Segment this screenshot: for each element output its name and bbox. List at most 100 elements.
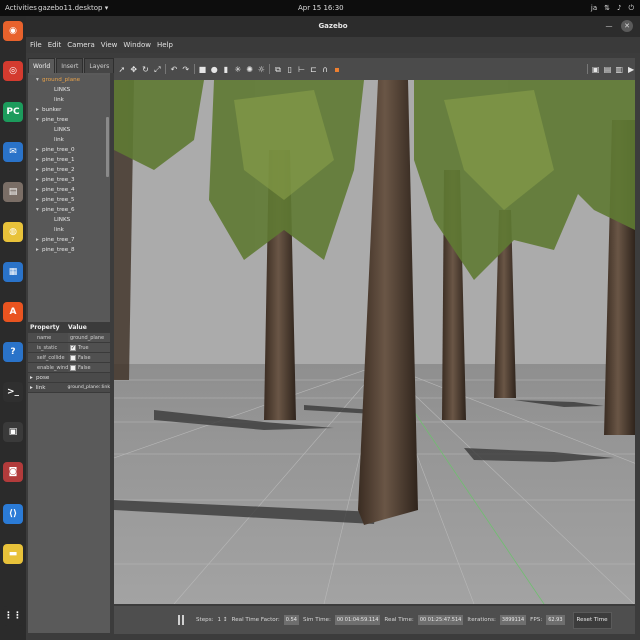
- close-icon[interactable]: ✕: [621, 20, 633, 32]
- tree-item[interactable]: ▸ bunker: [28, 105, 110, 115]
- select-arrow-icon[interactable]: ➚: [118, 65, 126, 74]
- tree-item[interactable]: link: [28, 135, 110, 145]
- steps-stepper[interactable]: 1 ↕: [218, 617, 228, 623]
- spot-light-icon[interactable]: ✺: [246, 65, 254, 74]
- link-section[interactable]: ▸ link ground_plane::link: [28, 383, 110, 393]
- tab-world[interactable]: World: [28, 58, 56, 73]
- copy-icon[interactable]: ⧉: [274, 65, 282, 74]
- tree-item[interactable]: ▸ pine_tree_4: [28, 185, 110, 195]
- box-icon[interactable]: ■: [199, 65, 207, 74]
- chrome-icon[interactable]: ◎: [3, 61, 23, 81]
- firefox-icon[interactable]: ◉: [3, 21, 23, 41]
- tree-item[interactable]: LINKS: [28, 215, 110, 225]
- activities-button[interactable]: Activities: [5, 4, 37, 12]
- property-value[interactable]: ✓ True: [68, 343, 110, 353]
- menu-view[interactable]: View: [101, 41, 118, 49]
- tree-item[interactable]: LINKS: [28, 125, 110, 135]
- reset-time-button[interactable]: Reset Time: [572, 611, 612, 629]
- pycharm-icon[interactable]: PC: [3, 102, 23, 122]
- translate-icon[interactable]: ✥: [130, 65, 138, 74]
- property-value: ground_plane: [68, 333, 110, 343]
- tree-item[interactable]: ▸ pine_tree_5: [28, 195, 110, 205]
- rhythmbox-icon[interactable]: ◍: [3, 222, 23, 242]
- menu-help[interactable]: Help: [157, 41, 173, 49]
- tree-scrollbar[interactable]: [106, 117, 109, 177]
- tree-item-label: pine_tree_2: [42, 167, 75, 173]
- pose-label: pose: [36, 375, 50, 381]
- scale-icon[interactable]: ⤢: [153, 65, 161, 74]
- redo-icon[interactable]: ↷: [182, 65, 190, 74]
- orange-view-icon[interactable]: ▪: [333, 65, 341, 74]
- writer-icon[interactable]: ▦: [3, 262, 23, 282]
- checked-checkbox[interactable]: ✓: [70, 344, 76, 351]
- snap-icon[interactable]: ⊏: [310, 65, 318, 74]
- property-value[interactable]: False: [68, 353, 110, 363]
- point-light-icon[interactable]: ✳: [234, 65, 242, 74]
- tree-item-label: pine_tree_7: [42, 237, 75, 243]
- video-icon[interactable]: ▶: [627, 65, 635, 74]
- apps-grid-icon[interactable]: ⋮⋮: [3, 606, 23, 626]
- magnet-icon[interactable]: ∩: [321, 65, 329, 74]
- paste-icon[interactable]: ▯: [286, 65, 294, 74]
- tree-item[interactable]: link: [28, 225, 110, 235]
- property-value-text: False: [78, 364, 91, 371]
- tree-item[interactable]: ▸ pine_tree_1: [28, 155, 110, 165]
- desktop: Activities gazebo11.desktop ▾ Apr 15 16:…: [0, 0, 640, 640]
- tree-item[interactable]: ▸ pine_tree_3: [28, 175, 110, 185]
- rotate-icon[interactable]: ↻: [142, 65, 150, 74]
- menu-file[interactable]: File: [30, 41, 42, 49]
- directional-light-icon[interactable]: ☼: [257, 65, 265, 74]
- cylinder-icon[interactable]: ▮: [222, 65, 230, 74]
- tab-insert[interactable]: Insert: [56, 58, 84, 73]
- tree-item[interactable]: ▾ ground_plane: [28, 75, 110, 85]
- volume-icon: ♪: [616, 3, 622, 12]
- cheese-icon[interactable]: ◙: [3, 462, 23, 482]
- screenshot-icon[interactable]: ▣: [592, 65, 600, 74]
- tree-item[interactable]: ▸ pine_tree_8: [28, 245, 110, 255]
- terminal-icon[interactable]: >_: [3, 382, 23, 402]
- tree-item[interactable]: LINKS: [28, 85, 110, 95]
- toolbar-separator: [586, 64, 588, 74]
- fps-value: 62.93: [546, 615, 565, 625]
- app-menu[interactable]: gazebo11.desktop ▾: [38, 4, 108, 12]
- property-value[interactable]: False: [68, 363, 110, 373]
- system-tray[interactable]: ja ⇅ ♪ ⏻: [591, 4, 634, 13]
- unchecked-checkbox[interactable]: [70, 364, 76, 371]
- plot-icon[interactable]: ▥: [615, 65, 623, 74]
- pose-section[interactable]: ▸ pose: [28, 373, 110, 383]
- tree-item[interactable]: ▾ pine_tree: [28, 115, 110, 125]
- sphere-icon[interactable]: ●: [210, 65, 218, 74]
- tree-item[interactable]: link: [28, 95, 110, 105]
- top-bar: Activities gazebo11.desktop ▾ Apr 15 16:…: [0, 0, 640, 16]
- tree-item-label: link: [54, 137, 64, 143]
- align-icon[interactable]: ⊢: [298, 65, 306, 74]
- menu-window[interactable]: Window: [123, 41, 151, 49]
- tree-item-label: pine_tree_3: [42, 177, 75, 183]
- property-col-header: Property: [30, 324, 60, 331]
- tree-item[interactable]: ▸ pine_tree_7: [28, 235, 110, 245]
- sticky-icon[interactable]: ▬: [3, 544, 23, 564]
- pause-icon[interactable]: [178, 615, 186, 625]
- tree-item[interactable]: ▸ pine_tree_0: [28, 145, 110, 155]
- files-icon[interactable]: ▤: [3, 182, 23, 202]
- help-icon[interactable]: ?: [3, 342, 23, 362]
- tree-item[interactable]: ▸ pine_tree_2: [28, 165, 110, 175]
- world-tree[interactable]: ▾ ground_plane LINKS link ▸ bunker ▾ pine_tree L…: [28, 75, 110, 320]
- tree-item[interactable]: ▾ pine_tree_6: [28, 205, 110, 215]
- stacer-icon[interactable]: ▣: [3, 422, 23, 442]
- tab-layers[interactable]: Layers: [84, 58, 115, 73]
- clock[interactable]: Apr 15 16:30: [298, 4, 344, 12]
- unchecked-checkbox[interactable]: [70, 354, 76, 361]
- power-icon: ⏻: [628, 3, 634, 12]
- tree-item-label: LINKS: [54, 217, 71, 223]
- menu-camera[interactable]: Camera: [67, 41, 94, 49]
- menu-edit[interactable]: Edit: [48, 41, 62, 49]
- software-icon[interactable]: A: [3, 302, 23, 322]
- minimize-icon[interactable]: —: [603, 20, 615, 32]
- vscode-icon[interactable]: ⟨⟩: [3, 504, 23, 524]
- 3d-viewport[interactable]: [114, 80, 635, 604]
- undo-icon[interactable]: ↶: [170, 65, 178, 74]
- lang-indicator[interactable]: ja: [591, 4, 597, 13]
- log-icon[interactable]: ▤: [604, 65, 612, 74]
- thunderbird-icon[interactable]: ✉: [3, 142, 23, 162]
